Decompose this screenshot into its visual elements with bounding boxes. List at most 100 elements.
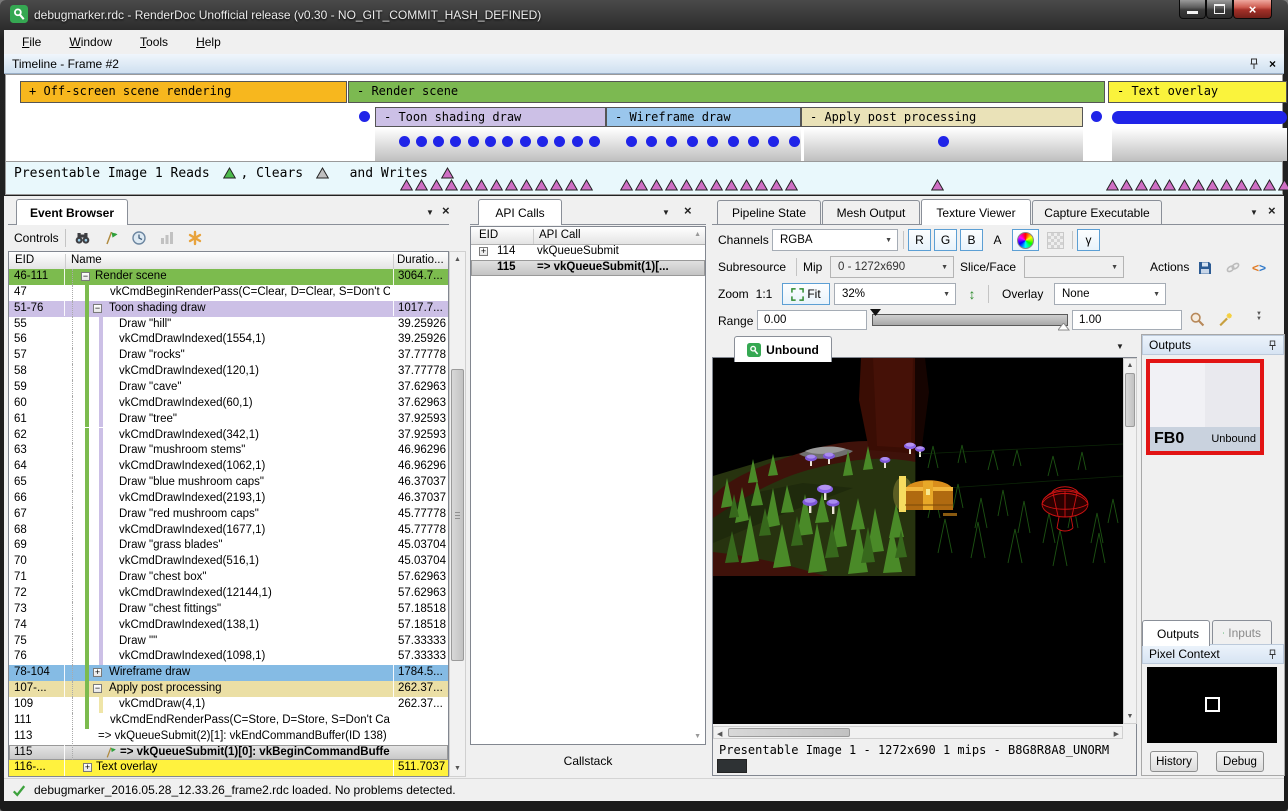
- event-browser-close-icon[interactable]: ×: [442, 204, 450, 217]
- event-row[interactable]: 116-...+Text overlay511.7037: [9, 760, 448, 776]
- timeline-marker-bar[interactable]: - Text overlay: [1108, 81, 1287, 103]
- range-white-handle[interactable]: [1058, 323, 1070, 331]
- event-row[interactable]: 73Draw "chest fittings"57.18518: [9, 602, 448, 618]
- timeline-event-dot[interactable]: [359, 111, 370, 122]
- event-row[interactable]: 67Draw "red mushroom caps"45.77778: [9, 507, 448, 523]
- timeline-event-pill[interactable]: [1112, 111, 1287, 124]
- texture-vscrollbar[interactable]: ▲ ▼: [1123, 358, 1137, 724]
- close-button[interactable]: ×: [1233, 0, 1272, 19]
- scroll-left-icon[interactable]: ◀: [717, 730, 722, 738]
- channel-alpha-button[interactable]: A: [986, 229, 1009, 251]
- name-column-header[interactable]: Name: [71, 254, 102, 266]
- event-row[interactable]: 75Draw ""57.33333: [9, 634, 448, 650]
- maximize-button[interactable]: [1206, 0, 1233, 19]
- timeline-marker-bar[interactable]: - Apply post processing: [801, 107, 1083, 127]
- event-row[interactable]: 60vkCmdDrawIndexed(60,1)37.62963: [9, 396, 448, 412]
- api-row[interactable]: 115=> vkQueueSubmit(1)[...: [471, 260, 705, 276]
- event-row[interactable]: 107-...−Apply post processing262.37...: [9, 681, 448, 697]
- tree-toggle-icon[interactable]: −: [81, 272, 90, 281]
- timeline-event-dot[interactable]: [938, 136, 949, 147]
- tab-pipeline-state[interactable]: Pipeline State: [717, 200, 821, 225]
- event-row[interactable]: 51-76−Toon shading draw1017.7...: [9, 301, 448, 317]
- range-slider[interactable]: [872, 310, 1068, 330]
- api-row[interactable]: +114vkQueueSubmit: [471, 244, 705, 260]
- scroll-up-icon[interactable]: ▲: [450, 256, 465, 263]
- timeline-event-dot[interactable]: [468, 136, 479, 147]
- tab-event-browser[interactable]: Event Browser: [16, 199, 128, 225]
- event-row[interactable]: 56vkCmdDrawIndexed(1554,1)39.25926: [9, 332, 448, 348]
- event-row[interactable]: 66vkCmdDrawIndexed(2193,1)46.37037: [9, 491, 448, 507]
- pixel-context-header[interactable]: Pixel Context: [1142, 644, 1284, 664]
- pixel-context-view[interactable]: [1147, 667, 1277, 743]
- timeline-event-dot[interactable]: [537, 136, 548, 147]
- save-texture-button[interactable]: [1194, 257, 1216, 279]
- range-track[interactable]: [872, 314, 1068, 326]
- menu-tools[interactable]: Tools: [140, 35, 168, 49]
- api-table-header[interactable]: EID API Call: [471, 227, 705, 245]
- zoom-1to1-button[interactable]: 1:1: [750, 283, 778, 305]
- toolbar-overflow-icon[interactable]: ▼▼: [1256, 312, 1262, 322]
- event-row[interactable]: 71Draw "chest box"57.62963: [9, 570, 448, 586]
- minimize-button[interactable]: [1179, 0, 1206, 19]
- open-link-button[interactable]: [1222, 257, 1244, 279]
- timeline-marker-bar[interactable]: - Wireframe draw: [606, 107, 801, 127]
- event-row[interactable]: 59Draw "cave"37.62963: [9, 380, 448, 396]
- tab-api-calls[interactable]: API Calls: [478, 199, 562, 225]
- eid-column-header[interactable]: EID: [479, 229, 498, 241]
- channel-green-button[interactable]: G: [934, 229, 957, 251]
- tree-toggle-icon[interactable]: +: [479, 247, 488, 256]
- timeline-canvas[interactable]: + Off-screen scene rendering- Render sce…: [5, 74, 1283, 161]
- debug-button[interactable]: Debug: [1216, 751, 1264, 772]
- event-table-header[interactable]: EID Name Duratio...: [9, 252, 448, 270]
- tab-outputs[interactable]: Outputs: [1142, 620, 1210, 646]
- event-row[interactable]: 115=> vkQueueSubmit(1)[0]: vkBeginComman…: [9, 745, 448, 761]
- timeline-event-dot[interactable]: [399, 136, 410, 147]
- texture-image[interactable]: [713, 358, 1123, 724]
- pin-icon[interactable]: [1249, 58, 1259, 70]
- event-row[interactable]: 63Draw "mushroom stems"46.96296: [9, 443, 448, 459]
- api-calls-close-icon[interactable]: ×: [684, 204, 692, 217]
- event-row[interactable]: 74vkCmdDrawIndexed(138,1)57.18518: [9, 618, 448, 634]
- texture-viewer-menu-icon[interactable]: ▼: [1250, 208, 1258, 217]
- output-thumbnail-fb0[interactable]: FB0 Unbound: [1146, 359, 1264, 455]
- mip-select[interactable]: 0 - 1272x690▼: [830, 256, 954, 278]
- range-max-input[interactable]: 1.00: [1072, 310, 1182, 330]
- range-min-input[interactable]: 0.00: [757, 310, 867, 330]
- goto-event-button[interactable]: [100, 227, 122, 249]
- event-row[interactable]: 55Draw "hill"39.25926: [9, 317, 448, 333]
- timeline-marker-bar[interactable]: - Toon shading draw: [375, 107, 606, 127]
- timeline-event-dot[interactable]: [789, 136, 800, 147]
- pin-icon[interactable]: [1268, 340, 1277, 351]
- event-row[interactable]: 57Draw "rocks"37.77778: [9, 348, 448, 364]
- event-row[interactable]: 109vkCmdDraw(4,1)262.37...: [9, 697, 448, 713]
- channel-blue-button[interactable]: B: [960, 229, 983, 251]
- duration-column-header[interactable]: Duratio...: [397, 254, 444, 266]
- event-row[interactable]: 76vkCmdDrawIndexed(1098,1)57.33333: [9, 649, 448, 665]
- tab-inputs[interactable]: Inputs: [1212, 620, 1272, 645]
- event-row[interactable]: 47vkCmdBeginRenderPass(C=Clear, D=Clear,…: [9, 285, 448, 301]
- texture-viewer-close-icon[interactable]: ×: [1268, 204, 1276, 217]
- scroll-down-icon[interactable]: ▼: [450, 765, 465, 772]
- timeline-event-dot[interactable]: [520, 136, 531, 147]
- event-row[interactable]: 62vkCmdDrawIndexed(342,1)37.92593: [9, 428, 448, 444]
- event-row[interactable]: 113=> vkQueueSubmit(2)[1]: vkEndCommandB…: [9, 729, 448, 745]
- texture-tab-list-icon[interactable]: ▼: [1116, 342, 1124, 351]
- api-calls-menu-icon[interactable]: ▼: [662, 208, 670, 217]
- zoom-select[interactable]: 32%▼: [834, 283, 956, 305]
- channels-select[interactable]: RGBA▼: [772, 229, 898, 251]
- timeline-event-dot[interactable]: [485, 136, 496, 147]
- alpha-background-button[interactable]: [1042, 229, 1069, 251]
- scrollbar-thumb[interactable]: [728, 728, 850, 737]
- event-row[interactable]: 61Draw "tree"37.92593: [9, 412, 448, 428]
- tree-toggle-icon[interactable]: +: [93, 668, 102, 677]
- event-browser-menu-icon[interactable]: ▼: [426, 208, 434, 217]
- scroll-right-icon[interactable]: ▶: [1114, 730, 1119, 738]
- api-scroll-down-icon[interactable]: ▼: [694, 733, 701, 740]
- timeline-event-dot[interactable]: [589, 136, 600, 147]
- eid-column-header[interactable]: EID: [15, 254, 34, 266]
- time-draws-button[interactable]: [128, 227, 150, 249]
- timeline-event-dot[interactable]: [728, 136, 739, 147]
- tree-toggle-icon[interactable]: −: [93, 304, 102, 313]
- zoom-range-button[interactable]: [1186, 308, 1208, 330]
- event-browser-scrollbar[interactable]: ▲ ▼: [449, 251, 466, 777]
